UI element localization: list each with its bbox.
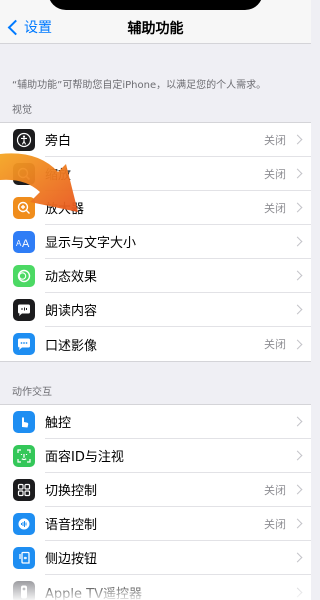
row-label: 口述影像 [45,338,98,354]
row-apple-tv-remote[interactable]: Apple TV遥控器 [0,575,311,600]
row-accessory: 关闭 [264,327,311,361]
row-value: 关闭 [264,483,286,497]
row-accessory [286,541,311,575]
chevron-right-icon [292,168,303,179]
row-side-button[interactable]: 侧边按钮 [0,541,311,575]
row-touch[interactable]: 触控 [0,405,311,439]
row-label: 缩放 [45,157,264,191]
switch-control-icon [13,479,35,501]
row-accessory: 关闭 [264,157,311,191]
row-accessory: 关闭 [264,123,311,157]
chevron-right-icon [292,518,303,529]
chevron-right-icon [292,270,303,281]
row-label: 朗读内容 [45,293,286,327]
magnifier-icon [13,197,35,219]
chevron-right-icon [292,339,303,349]
status-bar [0,0,311,10]
chevron-right-icon [292,587,303,597]
row-switch-control[interactable]: 切换控制 关闭 [0,473,311,507]
motion-icon [13,265,35,287]
row-voiceover[interactable]: 旁白 关闭 [0,123,311,157]
row-zoom[interactable]: 缩放 关闭 [0,157,311,191]
row-label: 语音控制 [45,507,264,541]
chevron-right-icon [292,484,303,495]
row-face-id-attention[interactable]: 面容ID与注视 [0,439,311,473]
row-motion[interactable]: 动态效果 [0,259,311,293]
zoom-icon [13,163,35,185]
chevron-right-icon [292,416,303,427]
row-display-text-size[interactable]: AA 显示与文字大小 [0,225,311,259]
svg-text:A: A [22,238,30,249]
voice-control-icon [13,513,35,535]
row-accessory [286,405,311,439]
touch-icon [13,411,35,433]
row-accessory: 关闭 [264,191,311,225]
row-label: 旁白 [45,123,264,157]
chevron-right-icon [292,450,303,461]
row-accessory [286,259,311,293]
row-value: 关闭 [264,167,286,181]
chevron-right-icon [292,552,303,563]
face-id-icon [13,445,35,467]
section-header-vision: 视觉 [12,105,32,116]
row-label: 动态效果 [45,259,286,293]
row-label: 侧边按钮 [45,541,286,575]
row-value: 关闭 [264,133,286,147]
navigation-bar: 设置 辅助功能 [0,10,311,44]
chevron-right-icon [292,304,303,315]
row-label: 放大器 [45,191,264,225]
row-voice-control[interactable]: 语音控制 关闭 [0,507,311,541]
row-label: 面容ID与注视 [45,439,286,473]
row-value: 关闭 [264,338,286,351]
row-value: 关闭 [264,517,286,531]
row-value: 关闭 [264,201,286,215]
row-accessory: 关闭 [264,507,311,541]
row-spoken-content[interactable]: 朗读内容 [0,293,311,327]
chevron-right-icon [292,236,303,247]
row-magnifier[interactable]: 放大器 关闭 [0,191,311,225]
row-accessory [286,225,311,259]
audio-descriptions-icon [13,333,35,355]
side-button-icon [13,547,35,569]
row-label: Apple TV遥控器 [45,586,142,600]
section-header-physical-motor: 动作交互 [12,387,52,398]
description-text: “辅助功能”可帮助您自定iPhone，以满足您的个人需求。 [12,80,267,91]
settings-group-physical-motor: 触控 面容ID与注视 切换控制 关闭 语音控制 关闭 侧边按钮 Apple TV… [0,404,311,600]
chevron-right-icon [292,134,303,145]
spoken-content-icon [13,299,35,321]
apple-tv-remote-icon [13,581,35,600]
text-size-icon: AA [13,231,35,253]
row-audio-descriptions[interactable]: 口述影像 关闭 [0,327,311,361]
settings-group-vision: 旁白 关闭 缩放 关闭 放大器 关闭 AA 显示与文字大小 动态效果 朗读内容 … [0,122,311,362]
row-accessory [286,293,311,327]
row-label: 触控 [45,405,286,439]
voiceover-icon [13,129,35,151]
row-accessory [286,575,311,600]
row-label: 显示与文字大小 [45,225,286,259]
row-label: 切换控制 [45,473,264,507]
page-title: 辅助功能 [127,21,184,37]
notch [48,0,263,10]
row-accessory [286,439,311,473]
row-accessory: 关闭 [264,473,311,507]
chevron-right-icon [292,202,303,213]
